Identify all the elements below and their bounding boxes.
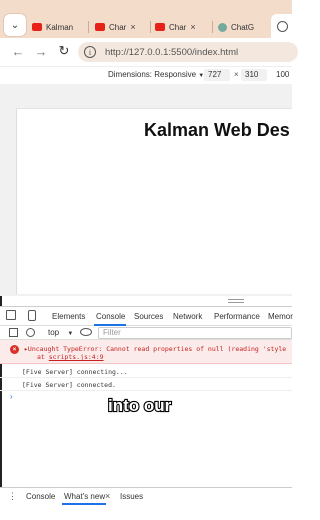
sidebar-toggle-icon[interactable] bbox=[9, 328, 18, 337]
address-bar[interactable]: i http://127.0.0.1:5500/index.html bbox=[78, 42, 298, 62]
width-input[interactable]: 727 bbox=[204, 69, 230, 81]
close-icon[interactable]: × bbox=[190, 22, 195, 32]
tab-title: Char bbox=[169, 22, 187, 32]
tab-sources[interactable]: Sources bbox=[134, 312, 163, 321]
source-link[interactable]: scripts.js:4:9 bbox=[49, 353, 104, 361]
tab-console[interactable]: Console bbox=[96, 312, 125, 321]
browser-tab[interactable]: Kalman × bbox=[32, 17, 78, 37]
error-location: at scripts.js:4:9 bbox=[37, 353, 104, 361]
browser-tab[interactable]: ChatG bbox=[218, 17, 268, 37]
tab-divider bbox=[150, 21, 151, 33]
info-icon[interactable]: i bbox=[84, 46, 96, 58]
tab-title: Char bbox=[109, 22, 127, 32]
tab-memory[interactable]: Memor bbox=[268, 312, 293, 321]
resize-handle[interactable] bbox=[228, 299, 244, 303]
tab-divider bbox=[88, 21, 89, 33]
drawer-tab-issues[interactable]: Issues bbox=[120, 492, 143, 501]
log-divider bbox=[0, 390, 292, 391]
log-entry: [Five Server] connected. bbox=[22, 381, 116, 389]
inspect-icon[interactable] bbox=[6, 310, 16, 320]
error-icon: × bbox=[10, 345, 19, 354]
clear-console-icon[interactable] bbox=[26, 328, 35, 337]
log-divider bbox=[0, 377, 292, 378]
bottom-strip bbox=[0, 505, 292, 520]
filter-input[interactable]: Filter bbox=[98, 327, 292, 339]
context-selector[interactable]: top ▼ bbox=[48, 328, 73, 337]
tab-divider bbox=[212, 21, 213, 33]
chatgpt-icon bbox=[218, 22, 227, 32]
error-message[interactable]: ▸Uncaught TypeError: Cannot read propert… bbox=[24, 345, 286, 353]
dimensions-label: Dimensions: Responsive bbox=[108, 70, 197, 79]
close-icon[interactable]: × bbox=[77, 22, 78, 32]
times-sign: × bbox=[234, 70, 239, 79]
browser-tab[interactable]: Char × bbox=[155, 17, 207, 37]
back-icon[interactable]: ← bbox=[10, 43, 26, 59]
video-caption: into our bbox=[107, 395, 172, 416]
tab-network[interactable]: Network bbox=[173, 312, 202, 321]
tab-performance[interactable]: Performance bbox=[214, 312, 260, 321]
eye-icon[interactable] bbox=[80, 328, 92, 336]
globe-icon bbox=[277, 20, 288, 32]
youtube-icon bbox=[155, 23, 165, 31]
caret-down-icon: ▼ bbox=[67, 331, 74, 337]
device-toggle-icon[interactable] bbox=[28, 310, 36, 321]
zoom-dropdown[interactable]: 100 bbox=[276, 70, 289, 79]
tab-search-button[interactable]: ⌄ bbox=[4, 14, 26, 36]
drawer-tab-whats-new[interactable]: What's new bbox=[64, 492, 105, 501]
url-text: http://127.0.0.1:5500/index.html bbox=[105, 46, 239, 58]
chevron-down-icon: ⌄ bbox=[10, 19, 20, 31]
active-browser-tab[interactable] bbox=[271, 14, 295, 38]
youtube-icon bbox=[32, 23, 42, 31]
height-input[interactable]: 310 bbox=[241, 69, 267, 81]
drawer-tab-console[interactable]: Console bbox=[26, 492, 55, 501]
dimensions-dropdown[interactable]: Dimensions: Responsive ▼ bbox=[108, 70, 204, 79]
error-at-text: at bbox=[37, 353, 49, 361]
close-icon[interactable]: × bbox=[130, 22, 135, 32]
reload-icon[interactable]: ↻ bbox=[56, 43, 72, 59]
error-text: Uncaught TypeError: Cannot read properti… bbox=[27, 345, 287, 353]
close-icon[interactable]: × bbox=[105, 491, 110, 501]
youtube-icon bbox=[95, 23, 105, 31]
log-entry: [Five Server] connecting... bbox=[22, 368, 128, 376]
browser-tab[interactable]: Char × bbox=[95, 17, 145, 37]
tab-title: Kalman bbox=[46, 22, 74, 32]
context-label: top bbox=[48, 328, 60, 337]
more-icon[interactable]: ⋮ bbox=[8, 491, 17, 502]
console-prompt[interactable]: › bbox=[10, 392, 13, 401]
tab-elements[interactable]: Elements bbox=[52, 312, 85, 321]
forward-icon[interactable]: → bbox=[33, 43, 49, 59]
page-heading: Kalman Web Des bbox=[144, 120, 290, 140]
tab-title: ChatG bbox=[231, 22, 255, 32]
